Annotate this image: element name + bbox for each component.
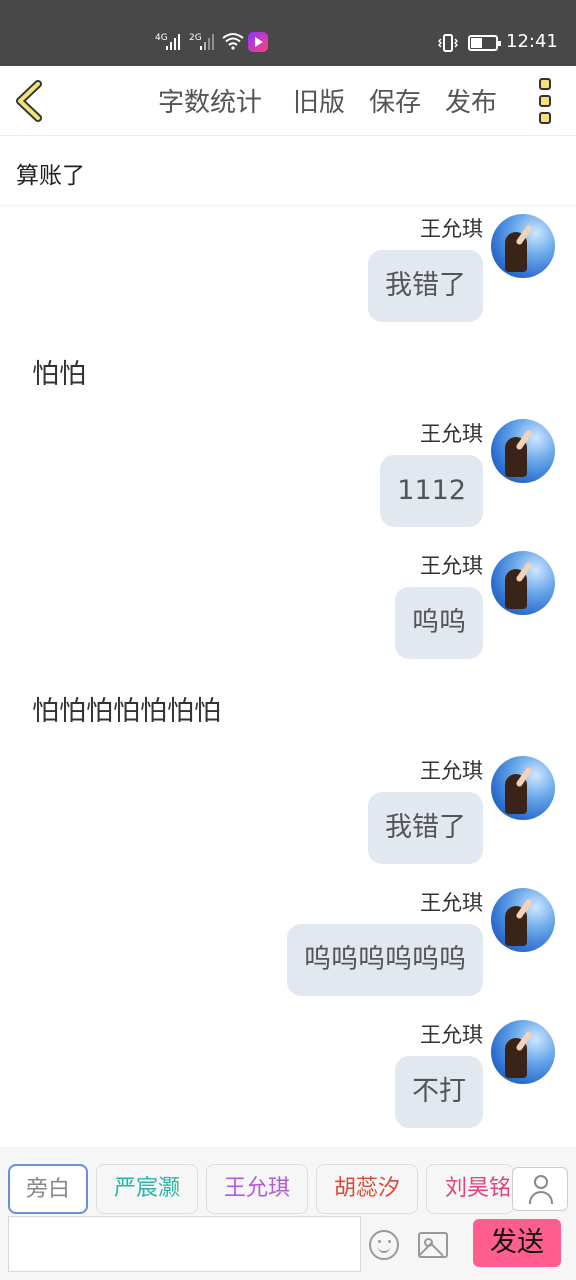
avatar[interactable]	[491, 214, 555, 278]
chevron-left-icon[interactable]	[12, 80, 48, 122]
story-title-row[interactable]: 算账了	[0, 136, 576, 206]
more-vertical-icon[interactable]	[532, 78, 558, 124]
person-icon[interactable]	[512, 1167, 568, 1211]
avatar[interactable]	[491, 551, 555, 615]
character-chip[interactable]: 严宸灏	[96, 1164, 198, 1214]
message-bubble[interactable]: 我错了	[368, 250, 483, 322]
avatar[interactable]	[491, 756, 555, 820]
save-button[interactable]: 保存	[369, 82, 421, 119]
status-bar: 4G 2G 12:41	[0, 0, 576, 66]
message-input[interactable]	[8, 1216, 361, 1272]
publish-button[interactable]: 发布	[445, 82, 497, 119]
image-icon[interactable]	[418, 1232, 448, 1258]
narration-text[interactable]: 怕怕	[32, 352, 86, 391]
editor-toolbar: 字数统计 旧版 保存 发布	[0, 66, 576, 136]
chat-area[interactable]: 王允琪 我错了 怕怕 王允琪 1112 王允琪 呜呜 怕怕怕怕怕怕怕 王允琪 我…	[0, 207, 576, 1147]
vibrate-icon	[438, 34, 458, 52]
avatar[interactable]	[491, 1020, 555, 1084]
battery-icon	[468, 35, 501, 51]
video-app-icon	[248, 32, 268, 52]
word-count-button[interactable]: 字数统计	[158, 82, 262, 119]
smiley-icon[interactable]	[369, 1230, 399, 1260]
avatar[interactable]	[491, 419, 555, 483]
message-bubble[interactable]: 我错了	[368, 792, 483, 864]
character-chip[interactable]: 王允琪	[206, 1164, 308, 1214]
sender-name: 王允琪	[420, 554, 483, 578]
sender-name: 王允琪	[420, 759, 483, 783]
message-bubble[interactable]: 1112	[380, 455, 483, 527]
message-bubble[interactable]: 呜呜	[395, 587, 483, 659]
sender-name: 王允琪	[420, 422, 483, 446]
signal-icon	[200, 34, 216, 50]
status-time: 12:41	[506, 31, 558, 52]
signal-icon	[166, 34, 182, 50]
sender-name: 王允琪	[420, 891, 483, 915]
wifi-icon	[222, 33, 244, 50]
old-version-button[interactable]: 旧版	[293, 82, 345, 119]
narration-text[interactable]: 怕怕怕怕怕怕怕	[32, 689, 221, 728]
character-chip[interactable]: 胡蕊汐	[316, 1164, 418, 1214]
message-bubble[interactable]: 呜呜呜呜呜呜	[287, 924, 483, 996]
character-chip-narrator[interactable]: 旁白	[8, 1164, 88, 1214]
avatar[interactable]	[491, 888, 555, 952]
send-button[interactable]: 发送	[473, 1219, 561, 1267]
sender-name: 王允琪	[420, 1023, 483, 1047]
message-bubble[interactable]: 不打	[395, 1056, 483, 1128]
composer-panel: 旁白 严宸灏 王允琪 胡蕊汐 刘昊铭 发送	[0, 1147, 576, 1280]
character-chip[interactable]: 刘昊铭	[426, 1164, 514, 1214]
sender-name: 王允琪	[420, 217, 483, 241]
story-title[interactable]: 算账了	[16, 156, 85, 190]
